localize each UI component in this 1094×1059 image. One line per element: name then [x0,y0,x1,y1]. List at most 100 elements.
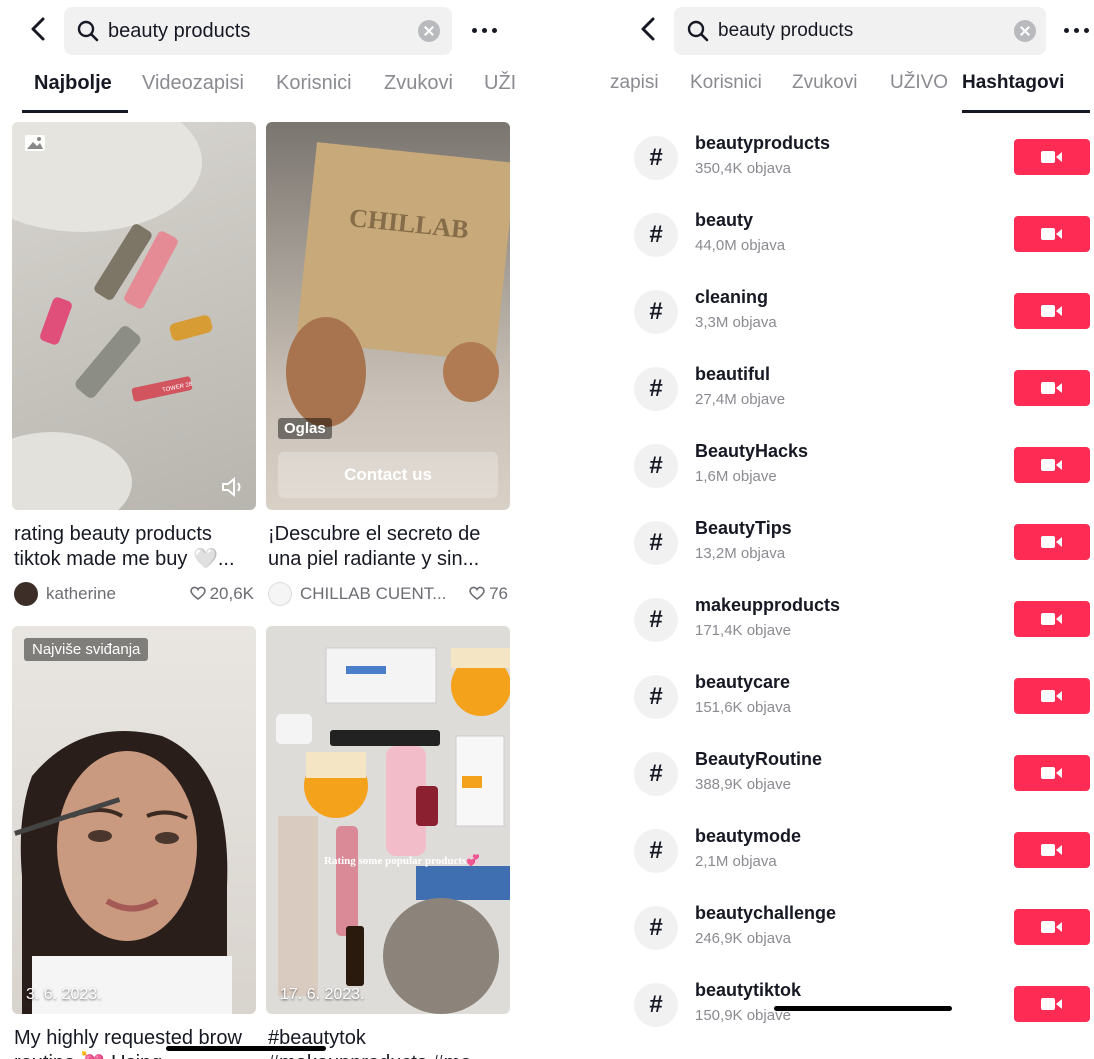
video-thumbnail[interactable]: Najviše sviđanja 3. 6. 2023. [12,626,256,1014]
avatar[interactable] [268,582,292,606]
video-meta: CHILLAB CUENT... 76 [266,582,510,606]
record-video-button[interactable] [1014,832,1090,868]
tab-korisnici[interactable]: Korisnici [690,72,762,94]
like-count: 20,6K [189,584,254,604]
search-input[interactable]: beauty products [64,7,452,55]
hashtag-name: makeupproducts [695,595,841,615]
search-results-top-screen: beauty products Najbolje Videozapisi Kor… [0,0,522,1059]
hashtag-row[interactable]: # beautiful 27,4M objave [606,351,1094,428]
search-query: beauty products [108,20,251,42]
hashtag-post-count: 151,6K objava [695,699,791,716]
search-input[interactable]: beauty products [674,7,1046,55]
video-camera-icon [1041,536,1062,548]
search-query: beauty products [718,20,854,41]
ad-label: Oglas [278,418,332,439]
hashtag-post-count: 44,0M objava [695,237,786,254]
video-camera-icon [1041,921,1062,933]
hashtag-icon: # [634,752,678,796]
record-video-button[interactable] [1014,370,1090,406]
hashtag-row[interactable]: # beautymode 2,1M objava [606,813,1094,890]
hashtag-post-count: 2,1M objava [695,853,777,870]
hashtag-post-count: 13,2M objava [695,545,786,562]
hashtag-icon: # [634,367,678,411]
sound-icon[interactable] [220,476,246,498]
hashtag-icon: # [634,675,678,719]
hashtag-row[interactable]: # cleaning 3,3M objava [606,274,1094,351]
record-video-button[interactable] [1014,139,1090,175]
hashtag-name: beautychallenge [695,903,837,923]
heart-icon [189,586,206,600]
tab-videozapisi[interactable]: Videozapisi [142,72,244,95]
video-caption: ¡Descubre el secreto de una piel radiant… [268,523,481,570]
record-video-button[interactable] [1014,678,1090,714]
tab-uzivo[interactable]: UŽIVO [890,72,948,94]
video-camera-icon [1041,228,1062,240]
active-tab-indicator [22,110,128,113]
record-video-button[interactable] [1014,986,1090,1022]
record-video-button[interactable] [1014,524,1090,560]
video-meta: katherine 20,6K [12,582,256,606]
video-camera-icon [1041,459,1062,471]
video-thumbnail[interactable]: Rating some popular products💞 17. 6. 202… [266,626,510,1014]
record-video-button[interactable] [1014,755,1090,791]
hashtag-name: BeautyHacks [695,441,809,461]
clear-icon[interactable] [1014,20,1036,42]
tab-hashtagovi[interactable]: Hashtagovi [962,72,1064,94]
hashtag-row[interactable]: # BeautyHacks 1,6M objave [606,428,1094,505]
video-thumbnail[interactable]: CHILLAB Oglas Contact us [266,122,510,510]
record-video-button[interactable] [1014,909,1090,945]
record-video-button[interactable] [1014,601,1090,637]
tab-zvukovi[interactable]: Zvukovi [384,72,453,95]
record-video-button[interactable] [1014,216,1090,252]
video-thumbnail[interactable]: TOWER 28 [12,122,256,510]
clear-icon[interactable] [418,20,440,42]
like-count-value: 76 [489,584,508,603]
hashtag-icon: # [634,444,678,488]
hashtag-row[interactable]: # beauty 44,0M objava [606,197,1094,274]
video-camera-icon [1041,305,1062,317]
result-tabs: Najbolje Videozapisi Korisnici Zvukovi U… [0,72,522,113]
tab-najbolje[interactable]: Najbolje [34,72,112,95]
hashtag-icon: # [634,906,678,950]
hashtag-row[interactable]: # BeautyRoutine 388,9K objave [606,736,1094,813]
tab-videozapisi-partial[interactable]: zapisi [610,72,659,94]
tab-korisnici[interactable]: Korisnici [276,72,352,95]
author-name[interactable]: katherine [46,584,116,604]
photo-icon [25,135,45,151]
back-icon[interactable] [26,16,52,42]
hashtag-name: BeautyRoutine [695,749,823,769]
hashtag-icon: # [634,521,678,565]
video-camera-icon [1041,151,1062,163]
hashtag-icon: # [634,598,678,642]
hashtag-row[interactable]: # beautycare 151,6K objava [606,659,1094,736]
hashtag-row[interactable]: # beautychallenge 246,9K objava [606,890,1094,967]
search-results-hashtags-screen: beauty products zapisi Korisnici Zvukovi… [606,0,1094,1059]
product-collection-image: Rating some popular products💞 [276,647,510,1014]
search-icon [687,20,709,42]
tab-zvukovi[interactable]: Zvukovi [792,72,857,94]
like-count-value: 20,6K [209,584,254,603]
heart-icon [469,586,485,600]
hashtag-name: beautymode [695,826,802,846]
hashtag-icon: # [634,983,678,1027]
thumbnail-overlay-text: Rating some popular products💞 [324,854,480,867]
search-header: beauty products [0,4,522,55]
result-tabs: zapisi Korisnici Zvukovi UŽIVO Hashtagov… [606,72,1094,113]
hashtag-row[interactable]: # beautyproducts 350,4K objava [606,120,1094,197]
record-video-button[interactable] [1014,447,1090,483]
back-icon[interactable] [636,16,662,42]
hashtag-name: BeautyTips [695,518,792,538]
more-icon[interactable] [1064,28,1090,34]
hashtag-row[interactable]: # BeautyTips 13,2M objava [606,505,1094,582]
tab-uzivo-partial[interactable]: UŽI [484,72,516,95]
hashtag-row[interactable]: # makeupproducts 171,4K objave [606,582,1094,659]
author-name[interactable]: CHILLAB CUENT... [300,584,446,604]
hashtag-name: beautiful [695,364,770,384]
record-video-button[interactable] [1014,293,1090,329]
hashtag-post-count: 388,9K objave [695,776,791,793]
hashtag-icon: # [634,290,678,334]
more-icon[interactable] [472,28,498,34]
avatar[interactable] [14,582,38,606]
post-date: 3. 6. 2023. [26,986,102,1003]
contact-us-button[interactable]: Contact us [278,452,498,498]
